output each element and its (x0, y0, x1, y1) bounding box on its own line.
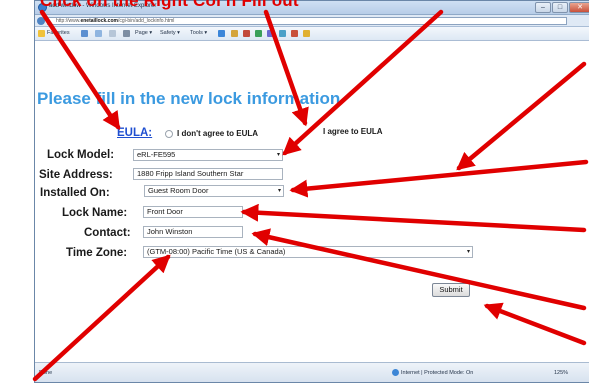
url-path: /cgi-bin/add_lockinfo.html (117, 18, 175, 24)
print-icon[interactable] (123, 30, 130, 37)
eula-disagree-radio[interactable] (165, 130, 173, 138)
browser-window: add window - Windows Internet Explorer –… (34, 0, 589, 383)
lock-model-value: eRL-FE595 (137, 150, 176, 159)
lock-model-label: Lock Model: (47, 149, 115, 161)
eula-link[interactable]: EULA: (117, 127, 152, 139)
address-bar: http://www.enetaillock.com/cgi-bin/add_l… (35, 15, 589, 27)
addon-icon[interactable] (267, 30, 274, 37)
installed-on-select[interactable]: Guest Room Door ▾ (144, 185, 284, 197)
lock-model-select[interactable]: eRL-FE595 ▾ (133, 149, 283, 161)
screenshot: add window - Windows Internet Explorer –… (0, 0, 589, 383)
contact-label: Contact: (84, 227, 131, 239)
favorites-button[interactable]: Favorites (47, 30, 70, 36)
addon-icon[interactable] (255, 30, 262, 37)
lock-name-field[interactable]: Front Door (143, 206, 243, 218)
window-controls: – □ ✕ (535, 2, 589, 13)
eula-agree-label[interactable]: I agree to EULA (323, 127, 383, 136)
lock-name-label: Lock Name: (62, 207, 128, 219)
globe-icon (392, 369, 399, 376)
site-address-field[interactable]: 1880 Fripp Island Southern Star (133, 168, 283, 180)
tools-menu[interactable]: Tools ▾ (190, 30, 207, 36)
eula-label[interactable]: EULA: (117, 127, 152, 139)
url-field[interactable]: http://www.enetaillock.com/cgi-bin/add_l… (47, 17, 567, 25)
installed-on-value: Guest Room Door (148, 186, 209, 195)
status-text: Done (39, 370, 53, 376)
time-zone-select[interactable]: (GTM-08:00) Pacific Time (US & Canada) ▾ (143, 246, 473, 258)
url-host: enetaillock.com (80, 18, 118, 24)
security-zone: Internet | Protected Mode: On (401, 370, 474, 376)
mail-icon[interactable] (109, 30, 116, 37)
page-title: Please fill in the new lock information (37, 89, 341, 108)
submit-button[interactable]: Submit (432, 283, 470, 297)
safety-menu[interactable]: Safety ▾ (160, 30, 180, 36)
site-address-label: Site Address: (39, 169, 113, 181)
command-bar: Favorites Page ▾ Safety ▾ Tools ▾ (35, 27, 589, 41)
annotation-caption: Click on the Right Col n Fill out (40, 0, 299, 10)
contact-field[interactable]: John Winston (143, 226, 243, 238)
maximize-button[interactable]: □ (552, 2, 568, 13)
addon-icon[interactable] (303, 30, 310, 37)
chevron-down-icon: ▾ (276, 152, 280, 158)
close-button[interactable]: ✕ (569, 2, 589, 13)
zoom-level[interactable]: 125% (554, 370, 568, 376)
time-zone-label: Time Zone: (66, 247, 128, 259)
chevron-down-icon: ▾ (466, 249, 470, 255)
addon-icon[interactable] (291, 30, 298, 37)
page-menu[interactable]: Page ▾ (135, 30, 152, 36)
installed-on-label: Installed On: (40, 187, 110, 199)
addon-icon[interactable] (243, 30, 250, 37)
back-icon[interactable] (37, 17, 45, 25)
home-icon[interactable] (81, 30, 88, 37)
favorites-star-icon[interactable] (38, 30, 45, 37)
addon-icon[interactable] (279, 30, 286, 37)
chevron-down-icon: ▾ (277, 188, 281, 194)
url-prefix: http://www. (56, 18, 81, 24)
minimize-button[interactable]: – (535, 2, 551, 13)
status-bar: Done Internet | Protected Mode: On 125% (35, 362, 589, 382)
time-zone-value: (GTM-08:00) Pacific Time (US & Canada) (147, 247, 286, 256)
addon-icon[interactable] (231, 30, 238, 37)
help-icon[interactable] (218, 30, 225, 37)
feeds-icon[interactable] (95, 30, 102, 37)
eula-disagree-label: I don't agree to EULA (177, 129, 259, 138)
